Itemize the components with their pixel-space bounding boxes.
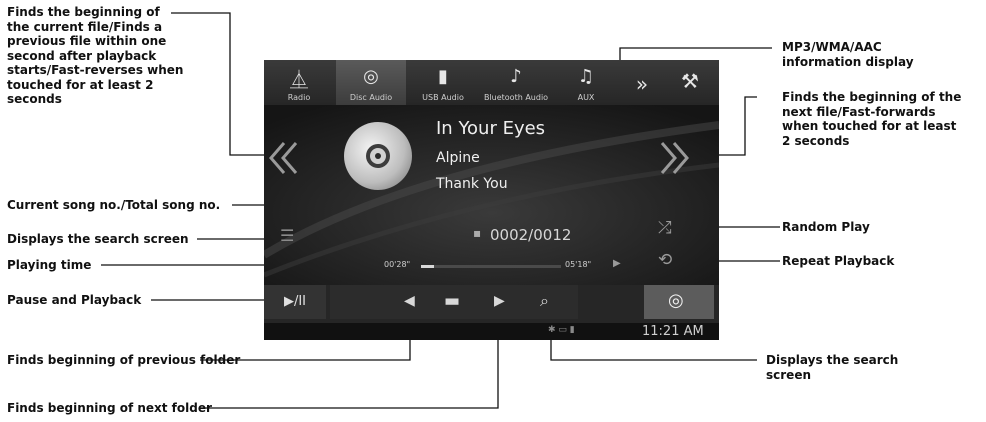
callout-search-screen-left: Displays the search screen — [7, 232, 189, 246]
track-title: In Your Eyes — [436, 118, 546, 139]
disc-icon: ◎ — [363, 66, 379, 87]
total-time: 05'18" — [565, 260, 592, 269]
source-tab-bar: ⏅ Radio ◎ Disc Audio ▮ USB Audio ♪ Bluet… — [264, 60, 719, 105]
callout-next-file: Finds the beginning of the next file/Fas… — [782, 90, 962, 148]
usb-icon: ▮ — [438, 66, 448, 87]
tab-aux-label: AUX — [577, 93, 595, 102]
callout-song-no: Current song no./Total song no. — [7, 198, 221, 212]
tab-aux[interactable]: ♫ AUX — [556, 60, 616, 105]
tab-radio-label: Radio — [287, 93, 311, 102]
status-icons: ✱ ▭ ▮ — [548, 325, 575, 335]
callout-info-display: MP3/WMA/AAC information display — [782, 40, 914, 69]
callout-search-screen-right: Displays the search screen — [766, 353, 899, 382]
tab-bluetooth-audio[interactable]: ♪ Bluetooth Audio — [478, 60, 554, 105]
status-bar: ✱ ▭ ▮ 11:21 AM — [264, 323, 719, 340]
double-chevron-right-icon: » — [635, 72, 649, 96]
tab-usb-audio[interactable]: ▮ USB Audio — [410, 60, 476, 105]
song-counter: 0002/0012 — [490, 226, 572, 244]
triangle-left-icon[interactable]: ◀ — [404, 293, 415, 309]
track-album: Thank You — [436, 176, 508, 192]
callout-pause-play: Pause and Playback — [7, 293, 142, 307]
search-list-button[interactable]: ☰ — [280, 226, 294, 245]
next-file-button[interactable] — [654, 140, 694, 176]
more-sources-button[interactable]: » — [622, 60, 662, 105]
disc-wrench-icon: ◎ — [668, 290, 684, 311]
setup-button[interactable]: ⚒ — [666, 60, 714, 105]
progress-fill — [421, 265, 434, 268]
tab-disc-audio[interactable]: ◎ Disc Audio — [336, 60, 406, 105]
play-indicator-icon: ▶ — [613, 258, 621, 269]
tab-usb-audio-label: USB Audio — [422, 93, 464, 102]
chevron-right-icon — [660, 142, 677, 174]
callout-next-folder: Finds beginning of next folder — [7, 401, 212, 415]
file-icon: ▪ — [473, 226, 482, 240]
disc-icon — [344, 122, 412, 190]
callout-playing-time: Playing time — [7, 258, 92, 272]
tab-radio[interactable]: ⏅ Radio — [266, 60, 332, 105]
repeat-playback-button[interactable]: ⟲ — [658, 250, 672, 270]
clock: 11:21 AM — [642, 324, 704, 339]
callout-repeat-playback: Repeat Playback — [782, 254, 895, 268]
pause-play-button[interactable]: ▶/II — [264, 285, 326, 319]
callout-random-play: Random Play — [782, 220, 870, 234]
tab-disc-audio-label: Disc Audio — [349, 93, 393, 102]
radio-tower-icon: ⏅ — [290, 70, 308, 91]
triangle-right-icon[interactable]: ▶ — [494, 293, 505, 309]
folder-icon: ▬ — [444, 291, 461, 311]
callout-prev-file: Finds the beginning of the current file/… — [7, 5, 184, 106]
elapsed-time: 00'28" — [384, 260, 411, 269]
previous-file-button[interactable] — [264, 140, 304, 176]
bluetooth-music-icon: ♪ — [510, 66, 522, 87]
aux-plug-icon: ♫ — [577, 66, 595, 87]
tab-bluetooth-audio-label: Bluetooth Audio — [483, 93, 549, 102]
callout-prev-folder: Finds beginning of previous folder — [7, 353, 241, 367]
wrench-icon: ⚒ — [681, 69, 699, 93]
progress-track[interactable] — [421, 265, 561, 268]
search-button[interactable]: ⌕ — [540, 291, 549, 311]
device-screen: ⏅ Radio ◎ Disc Audio ▮ USB Audio ♪ Bluet… — [264, 60, 719, 340]
track-artist: Alpine — [436, 150, 480, 166]
control-bar: ▶/II ◀ ▬ ▶ ⌕ ◎ — [264, 285, 719, 323]
random-play-button[interactable]: ⤮ — [658, 218, 672, 238]
